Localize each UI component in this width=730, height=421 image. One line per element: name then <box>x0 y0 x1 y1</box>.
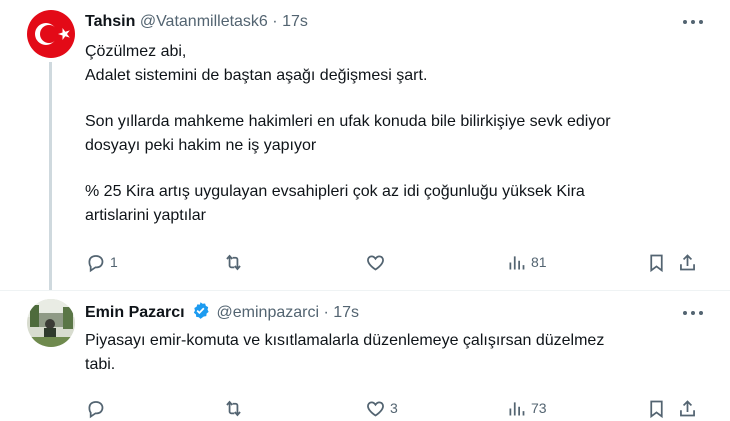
tweet-text: Çözülmez abi, Adalet sistemini de baştan… <box>85 40 705 228</box>
more-icon-dot <box>699 20 703 24</box>
retweet-button[interactable] <box>223 395 248 421</box>
share-button[interactable] <box>677 395 698 421</box>
view-count: 81 <box>531 254 547 270</box>
tweet-actions: 3 73 <box>85 395 712 421</box>
more-options-button[interactable] <box>682 301 704 323</box>
avatar-emin-pazarci[interactable] <box>27 299 75 347</box>
tweet-line: Adalet sistemini de baştan aşağı değişme… <box>85 67 428 84</box>
separator-dot: · <box>323 304 329 321</box>
more-options-button[interactable] <box>682 10 704 32</box>
tweet-header: Tahsin @Vatanmilletask6 · 17s <box>85 12 308 32</box>
reply-icon <box>88 254 104 272</box>
tweet-header: Emin Pazarcı @eminpazarci · 17s <box>85 301 359 323</box>
more-icon <box>683 311 687 315</box>
tweet-line: % 25 Kira artış uygulayan evsahipleri ço… <box>85 183 585 200</box>
reply-icon <box>88 400 104 418</box>
turkish-flag-avatar-icon <box>27 10 75 58</box>
reply-button[interactable]: 1 <box>85 249 118 275</box>
tweet-line: Son yıllarda mahkeme hakimleri en ufak k… <box>85 113 611 130</box>
more-icon-dot <box>691 20 695 24</box>
views-button[interactable]: 81 <box>506 249 547 275</box>
heart-icon <box>367 400 384 417</box>
share-icon <box>680 399 695 416</box>
tweet-1[interactable]: Tahsin @Vatanmilletask6 · 17s Çözülmez a… <box>0 0 730 290</box>
tweet-text: Piyasayı emir-komuta ve kısıtlamalarla d… <box>85 329 705 377</box>
more-icon-dot <box>691 311 695 315</box>
more-icon <box>683 20 687 24</box>
bookmark-icon <box>650 400 663 418</box>
like-count: 3 <box>390 400 398 416</box>
retweet-icon <box>226 400 241 416</box>
share-button[interactable] <box>677 249 698 275</box>
verified-badge-icon[interactable] <box>191 301 210 320</box>
bookmark-button[interactable] <box>646 395 667 421</box>
retweet-icon <box>226 254 241 270</box>
bookmark-button[interactable] <box>646 249 667 275</box>
profile-photo-icon <box>27 299 75 347</box>
bookmark-icon <box>650 254 663 272</box>
tweet-line: artislarini yaptılar <box>85 207 206 224</box>
like-button[interactable]: 3 <box>365 395 398 421</box>
heart-icon <box>367 254 384 271</box>
reply-count: 1 <box>110 254 118 270</box>
separator-dot: · <box>272 13 278 30</box>
display-name[interactable]: Emin Pazarcı <box>85 304 185 321</box>
share-icon <box>680 253 695 270</box>
analytics-icon <box>509 255 525 269</box>
tweet-line: Çözülmez abi, <box>85 43 187 60</box>
timestamp[interactable]: 17s <box>333 304 359 321</box>
retweet-button[interactable] <box>223 249 248 275</box>
tweet-line: dosyayı peki hakim ne iş yapıyor <box>85 137 317 154</box>
tweet-actions: 1 81 <box>85 249 712 275</box>
avatar-tahsin[interactable] <box>27 10 75 58</box>
user-handle[interactable]: @eminpazarci <box>217 304 320 321</box>
thread-connector-line <box>49 62 52 290</box>
view-count: 73 <box>531 400 547 416</box>
tweet-line: tabi. <box>85 356 116 373</box>
tweet-line: Piyasayı emir-komuta ve kısıtlamalarla d… <box>85 332 605 349</box>
reply-button[interactable] <box>85 395 110 421</box>
like-button[interactable] <box>365 249 390 275</box>
timestamp[interactable]: 17s <box>282 13 308 30</box>
analytics-icon <box>509 401 525 415</box>
more-icon-dot <box>699 311 703 315</box>
display-name[interactable]: Tahsin <box>85 13 135 30</box>
views-button[interactable]: 73 <box>506 395 547 421</box>
tweet-2[interactable]: Emin Pazarcı @eminpazarci · 17s Piyasayı… <box>0 291 730 420</box>
user-handle[interactable]: @Vatanmilletask6 <box>140 13 268 30</box>
